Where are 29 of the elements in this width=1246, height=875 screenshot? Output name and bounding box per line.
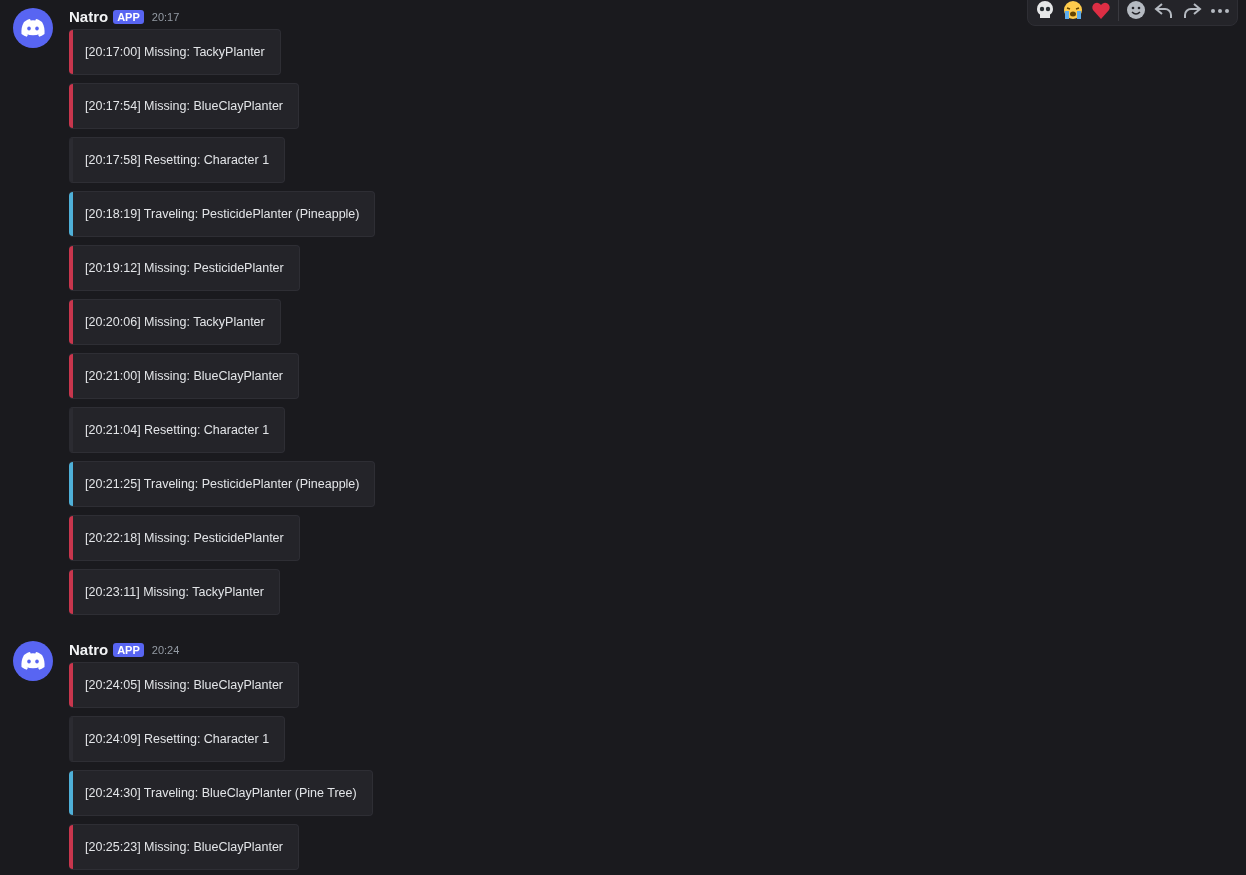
log-text: [20:21:04] Resetting: Character 1 xyxy=(85,423,270,437)
log-text: [20:20:06] Missing: TackyPlanter xyxy=(85,315,265,329)
log-text: [20:17:58] Resetting: Character 1 xyxy=(85,153,270,167)
log-text: [20:24:30] Traveling: BlueClayPlanter (Pine Tree) xyxy=(85,786,357,800)
forward-icon[interactable] xyxy=(1181,0,1203,21)
avatar[interactable] xyxy=(13,641,53,681)
log-text: [20:21:25] Traveling: PesticidePlanter (Pineapple) xyxy=(85,477,360,491)
crying-face-icon[interactable] xyxy=(1062,0,1084,21)
log-text: [20:24:05] Missing: BlueClayPlanter xyxy=(85,678,284,692)
app-badge: APP xyxy=(113,642,144,657)
author-name[interactable]: Natro xyxy=(69,641,109,658)
log-text: [20:17:00] Missing: TackyPlanter xyxy=(85,45,265,59)
timestamp: 20:17 xyxy=(151,10,180,23)
avatar[interactable] xyxy=(13,8,53,48)
log-text: [20:18:19] Traveling: PesticidePlanter (Pineapple) xyxy=(85,207,360,221)
smiley-icon[interactable] xyxy=(1125,0,1147,21)
log-text: [20:21:00] Missing: BlueClayPlanter xyxy=(85,369,284,383)
reply-icon[interactable] xyxy=(1153,0,1175,21)
log-text: [20:23:11] Missing: TackyPlanter xyxy=(85,585,264,599)
app-badge: APP xyxy=(113,9,144,24)
log-text: [20:17:54] Missing: BlueClayPlanter xyxy=(85,99,284,113)
author-name[interactable]: Natro xyxy=(69,8,109,25)
timestamp: 20:24 xyxy=(151,643,180,656)
log-text: [20:25:23] Missing: BlueClayPlanter xyxy=(85,840,284,854)
log-text: [20:22:18] Missing: PesticidePlanter xyxy=(85,531,284,545)
skull-icon[interactable] xyxy=(1034,0,1056,21)
log-text: [20:19:12] Missing: PesticidePlanter xyxy=(85,261,284,275)
log-text: [20:24:09] Resetting: Character 1 xyxy=(85,732,270,746)
heart-icon[interactable] xyxy=(1090,0,1112,21)
